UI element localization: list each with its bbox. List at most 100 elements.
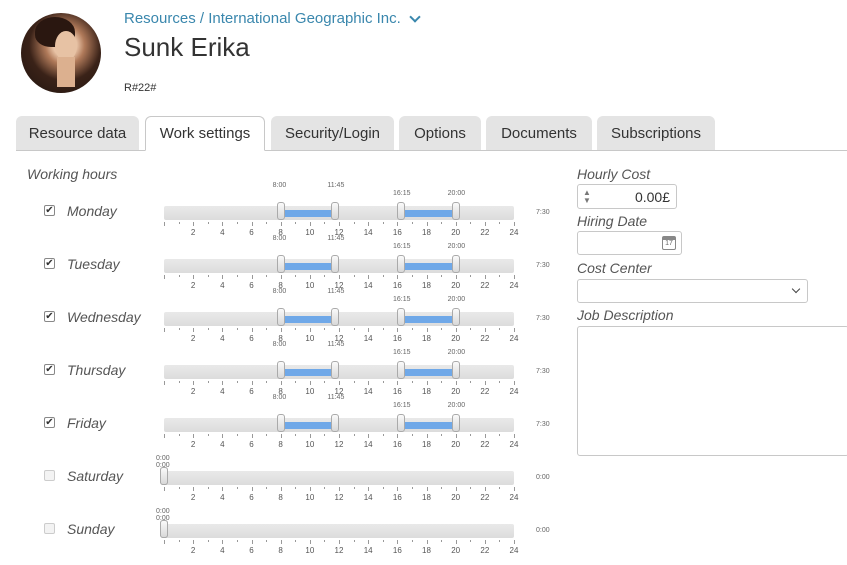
time-range-slider[interactable]: 8:00 11:45 16:15 20:00 bbox=[164, 182, 514, 220]
axis-tick bbox=[309, 222, 311, 226]
range-handle[interactable] bbox=[160, 520, 168, 538]
axis-tick-label: 14 bbox=[363, 546, 373, 555]
selected-range-bar[interactable] bbox=[400, 263, 456, 270]
axis-tick bbox=[368, 222, 370, 226]
range-handle-label: 8:00 bbox=[272, 394, 287, 401]
day-checkbox-saturday[interactable] bbox=[44, 470, 55, 481]
range-handle[interactable] bbox=[451, 361, 460, 379]
range-handle[interactable] bbox=[276, 361, 285, 379]
selected-range-bar[interactable] bbox=[280, 263, 336, 270]
tab-resource-data[interactable]: Resource data bbox=[16, 116, 139, 150]
range-handle[interactable] bbox=[331, 255, 340, 273]
range-handle[interactable] bbox=[451, 255, 460, 273]
range-handle-label: 11:45 bbox=[327, 235, 345, 242]
job-description-textarea[interactable] bbox=[577, 326, 847, 456]
tab-bar: Resource data Work settings Security/Log… bbox=[16, 116, 847, 151]
range-handle[interactable] bbox=[276, 308, 285, 326]
axis-tick bbox=[324, 275, 326, 277]
time-range-slider[interactable]: 0:00 0:00 bbox=[156, 508, 514, 538]
axis-tick bbox=[222, 540, 224, 544]
range-handle[interactable] bbox=[451, 202, 460, 220]
selected-range-bar[interactable] bbox=[400, 316, 456, 323]
axis-tick bbox=[382, 222, 384, 224]
day-total-hours: 0:00 bbox=[536, 527, 550, 534]
axis-tick bbox=[353, 434, 355, 436]
range-handle[interactable] bbox=[396, 308, 405, 326]
selected-range-bar[interactable] bbox=[280, 316, 336, 323]
selected-range-bar[interactable] bbox=[400, 422, 456, 429]
range-handle[interactable] bbox=[276, 414, 285, 432]
day-checkbox-tuesday[interactable]: ✔ bbox=[44, 258, 55, 269]
range-handle[interactable] bbox=[396, 202, 405, 220]
range-handle[interactable] bbox=[331, 308, 340, 326]
day-label: Monday bbox=[67, 203, 117, 219]
spinner-icon[interactable]: ▲ ▼ bbox=[583, 189, 591, 205]
breadcrumb-text[interactable]: Resources / International Geographic Inc… bbox=[124, 10, 401, 27]
tab-subscriptions[interactable]: Subscriptions bbox=[597, 116, 715, 150]
axis-tick bbox=[353, 328, 355, 330]
axis-tick bbox=[426, 222, 428, 226]
axis-tick bbox=[251, 434, 253, 438]
axis-tick bbox=[470, 275, 472, 277]
axis-tick-label: 22 bbox=[480, 281, 490, 290]
axis-tick bbox=[178, 381, 180, 383]
axis-tick bbox=[514, 540, 515, 544]
axis-tick bbox=[295, 222, 297, 224]
calendar-icon[interactable]: 17 bbox=[662, 236, 676, 250]
day-label: Saturday bbox=[67, 468, 124, 484]
axis-tick bbox=[441, 222, 443, 224]
axis-tick bbox=[368, 487, 370, 491]
hourly-cost-input[interactable]: ▲ ▼ 0.00£ bbox=[577, 184, 677, 209]
hiring-date-label: Hiring Date bbox=[577, 213, 648, 229]
selected-range-bar[interactable] bbox=[400, 210, 456, 217]
range-handle[interactable] bbox=[331, 414, 340, 432]
range-handle[interactable] bbox=[276, 255, 285, 273]
tab-work-settings[interactable]: Work settings bbox=[145, 116, 265, 151]
axis-tick-label: 16 bbox=[392, 440, 402, 449]
axis-tick bbox=[514, 328, 515, 332]
range-handle[interactable] bbox=[396, 414, 405, 432]
chevron-down-icon[interactable] bbox=[409, 10, 421, 23]
selected-range-bar[interactable] bbox=[280, 422, 336, 429]
tab-options[interactable]: Options bbox=[399, 116, 481, 150]
range-handle[interactable] bbox=[276, 202, 285, 220]
day-checkbox-friday[interactable]: ✔ bbox=[44, 417, 55, 428]
selected-range-bar[interactable] bbox=[400, 369, 456, 376]
day-checkbox-sunday[interactable] bbox=[44, 523, 55, 534]
axis-tick bbox=[309, 540, 311, 544]
axis-tick bbox=[339, 487, 340, 491]
range-handle[interactable] bbox=[160, 467, 168, 485]
range-handle[interactable] bbox=[451, 308, 460, 326]
range-handle[interactable] bbox=[331, 202, 340, 220]
day-checkbox-thursday[interactable]: ✔ bbox=[44, 364, 55, 375]
range-handle[interactable] bbox=[396, 361, 405, 379]
time-range-slider[interactable]: 8:00 11:45 16:15 20:00 bbox=[164, 288, 514, 326]
day-checkbox-wednesday[interactable]: ✔ bbox=[44, 311, 55, 322]
axis-tick bbox=[484, 540, 486, 544]
tab-security-login[interactable]: Security/Login bbox=[271, 116, 394, 150]
axis-tick-label: 6 bbox=[249, 334, 254, 343]
axis-tick-label: 18 bbox=[422, 281, 431, 290]
axis-tick-label: 16 bbox=[392, 334, 402, 343]
range-handle[interactable] bbox=[451, 414, 460, 432]
time-range-slider[interactable]: 0:00 0:00 bbox=[156, 455, 514, 485]
axis-tick bbox=[266, 222, 268, 224]
hourly-cost-label: Hourly Cost bbox=[577, 166, 651, 182]
breadcrumb[interactable]: Resources / International Geographic Inc… bbox=[124, 10, 421, 27]
cost-center-select[interactable] bbox=[577, 279, 808, 303]
selected-range-bar[interactable] bbox=[280, 369, 336, 376]
axis-tick bbox=[207, 328, 209, 330]
time-range-slider[interactable]: 8:00 11:45 16:15 20:00 bbox=[164, 235, 514, 273]
tab-documents[interactable]: Documents bbox=[486, 116, 592, 150]
range-handle-label: 20:00 bbox=[447, 296, 466, 303]
axis-tick-label: 16 bbox=[392, 387, 402, 396]
range-handle[interactable] bbox=[331, 361, 340, 379]
hiring-date-input[interactable]: 17 bbox=[577, 231, 682, 255]
selected-range-bar[interactable] bbox=[280, 210, 336, 217]
time-range-slider[interactable]: 8:00 11:45 16:15 20:00 bbox=[164, 341, 514, 379]
time-range-slider[interactable]: 8:00 11:45 16:15 20:00 bbox=[164, 394, 514, 432]
axis-tick bbox=[178, 487, 180, 489]
range-handle[interactable] bbox=[396, 255, 405, 273]
day-total-hours: 7:30 bbox=[536, 315, 550, 322]
day-checkbox-monday[interactable]: ✔ bbox=[44, 205, 55, 216]
